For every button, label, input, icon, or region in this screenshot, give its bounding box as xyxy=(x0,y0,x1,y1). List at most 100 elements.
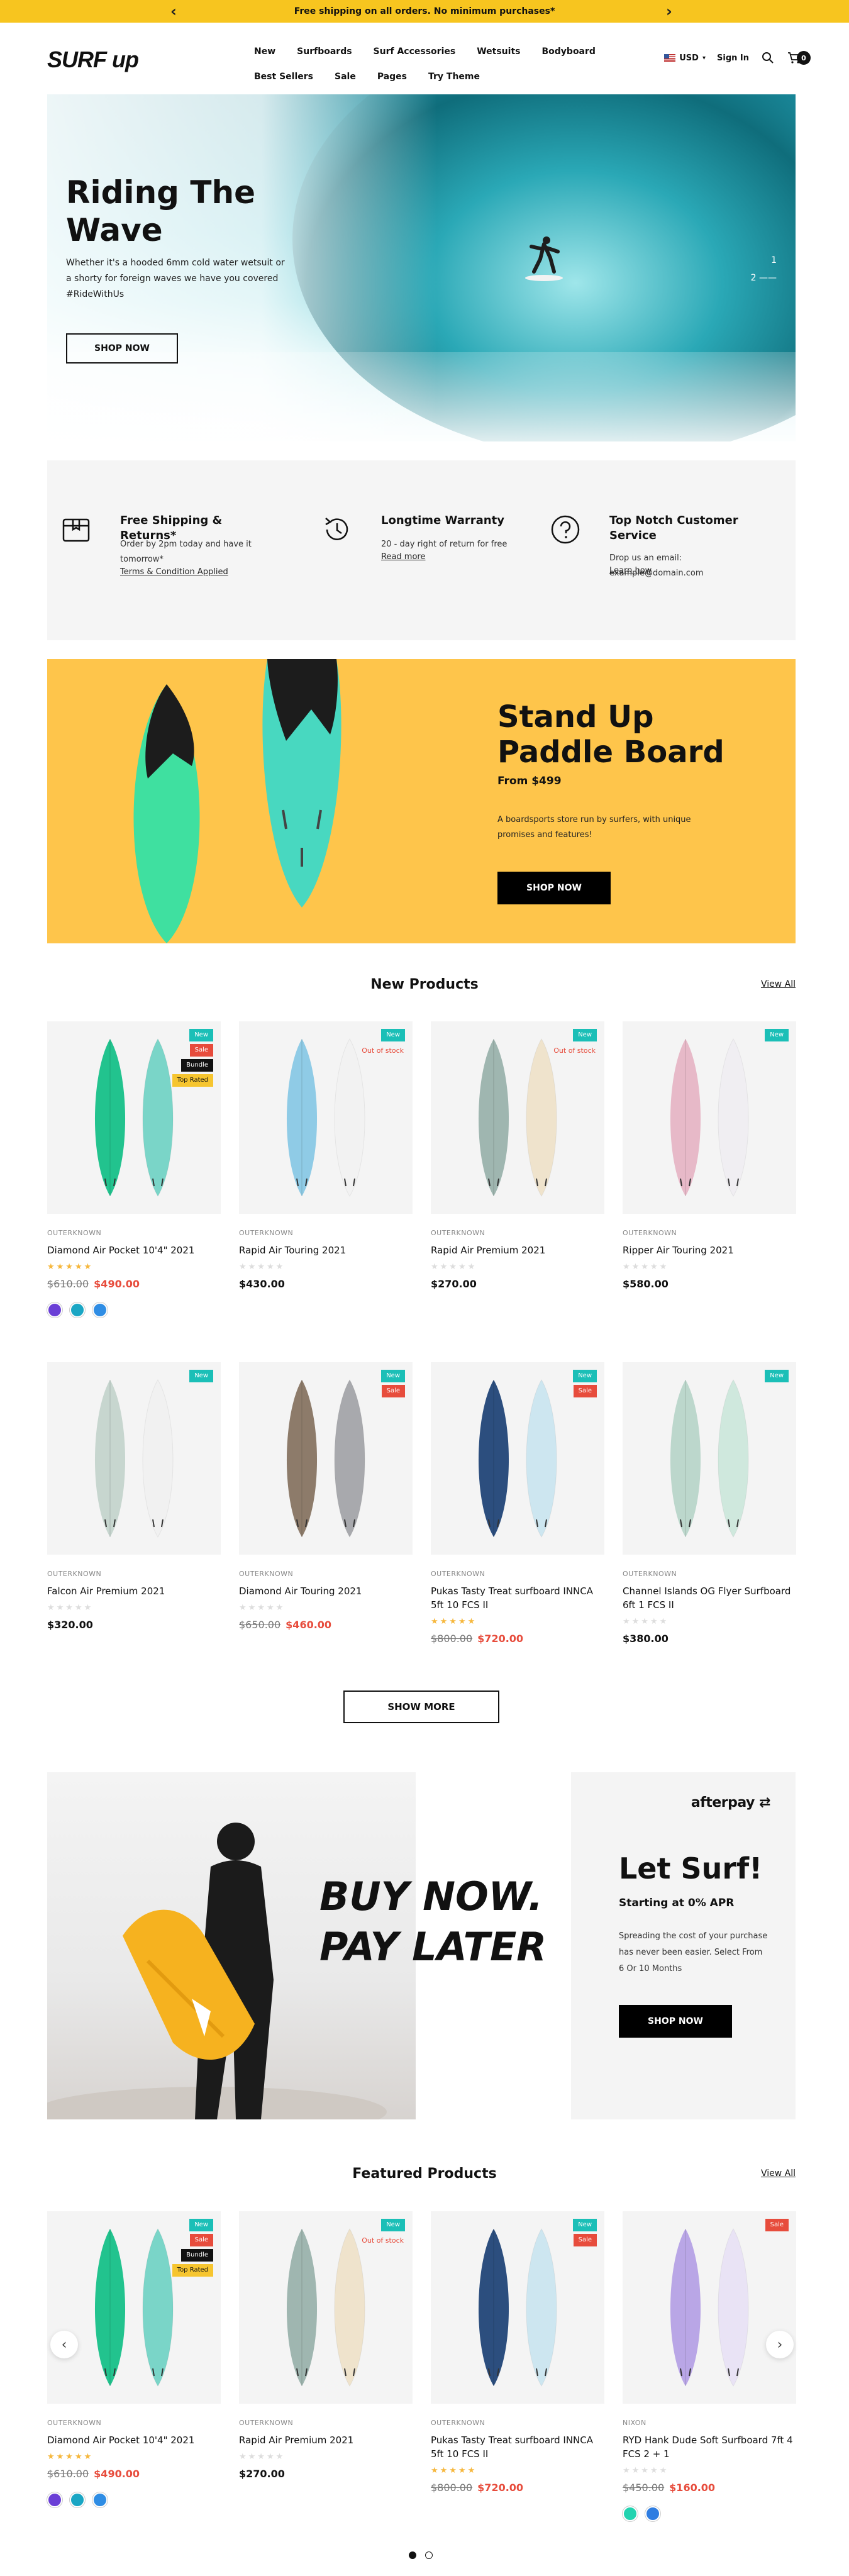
product-name[interactable]: Channel Islands OG Flyer Surfboard 6ft 1… xyxy=(623,1584,796,1612)
currency-selector[interactable]: USD ▾ xyxy=(664,53,706,63)
product-name[interactable]: Rapid Air Premium 2021 xyxy=(239,2433,413,2447)
afterpay-shop-now-button[interactable]: SHOP NOW xyxy=(619,2005,732,2038)
color-swatch[interactable] xyxy=(70,2492,85,2507)
product-name[interactable]: Pukas Tasty Treat surfboard INNCA 5ft 10… xyxy=(431,2433,604,2461)
product-image[interactable]: New Sale xyxy=(431,2211,604,2404)
product-image[interactable]: New Sale xyxy=(431,1362,604,1555)
chevron-left-icon[interactable]: ‹ xyxy=(165,3,182,20)
product-badge-sale: Sale xyxy=(381,1385,405,1397)
sign-in-link[interactable]: Sign In xyxy=(717,53,749,63)
product-card[interactable]: New Out of stock OUTERKNOWN Rapid Air Premi… xyxy=(239,2211,413,2480)
help-icon xyxy=(551,515,580,544)
product-name[interactable]: Pukas Tasty Treat surfboard INNCA 5ft 10… xyxy=(431,1584,604,1612)
color-swatch[interactable] xyxy=(47,2492,62,2507)
search-icon[interactable] xyxy=(760,50,775,65)
featured-products-view-all[interactable]: View All xyxy=(761,2168,796,2179)
product-name[interactable]: Ripper Air Touring 2021 xyxy=(623,1243,796,1257)
chevron-down-icon: ▾ xyxy=(702,54,706,62)
color-swatch[interactable] xyxy=(92,1302,108,1318)
product-card[interactable]: New Out of stock OUTERKNOWN Rapid Air Touri… xyxy=(239,1021,413,1290)
product-name[interactable]: Rapid Air Touring 2021 xyxy=(239,1243,413,1257)
product-rating: ★★★★★ xyxy=(623,1617,669,1626)
color-swatch[interactable] xyxy=(92,2492,108,2507)
product-card[interactable]: New OUTERKNOWN Ripper Air Touring 2021 ★★★★… xyxy=(623,1021,796,1290)
current-price: $270.00 xyxy=(239,2468,285,2480)
feature-link[interactable]: Read more xyxy=(381,552,425,562)
product-image[interactable]: New Sale Bundle Top Rated xyxy=(47,2211,221,2404)
announcement-text: Free shipping on all orders. No minimum … xyxy=(294,6,555,16)
product-badge-new: New xyxy=(765,1370,789,1382)
pager-dot[interactable] xyxy=(425,2551,433,2559)
nav-item-bodyboard[interactable]: Bodyboard xyxy=(541,47,595,57)
nav-item-sale[interactable]: Sale xyxy=(335,72,356,82)
product-image[interactable]: New xyxy=(623,1362,796,1555)
logo[interactable]: SURF up xyxy=(47,47,139,73)
product-image[interactable]: Sale xyxy=(623,2211,796,2404)
feature-link[interactable]: Terms & Condition Applied xyxy=(120,567,228,577)
old-price: $800.00 xyxy=(431,1633,473,1645)
paddle-price: From $499 xyxy=(497,775,562,787)
hero-shop-now-button[interactable]: SHOP NOW xyxy=(66,333,178,364)
product-image[interactable]: New Out of stock xyxy=(239,1021,413,1214)
product-image[interactable]: New xyxy=(47,1362,221,1555)
product-brand: OUTERKNOWN xyxy=(431,1229,486,1237)
product-name[interactable]: Diamond Air Pocket 10'4" 2021 xyxy=(47,2433,221,2447)
product-price: $450.00 $160.00 xyxy=(623,2482,796,2494)
product-image[interactable]: New Sale xyxy=(239,1362,413,1555)
box-icon xyxy=(62,518,90,542)
product-name[interactable]: Diamond Air Pocket 10'4" 2021 xyxy=(47,1243,221,1257)
product-name[interactable]: Rapid Air Premium 2021 xyxy=(431,1243,604,1257)
nav-item-surfboards[interactable]: Surfboards xyxy=(297,47,352,57)
product-name[interactable]: Falcon Air Premium 2021 xyxy=(47,1584,221,1598)
hero-text: Whether it's a hooded 6mm cold water wet… xyxy=(66,258,285,299)
product-card[interactable]: New OUTERKNOWN Falcon Air Premium 2021 ★★★★… xyxy=(47,1362,221,1631)
show-more-button[interactable]: SHOW MORE xyxy=(343,1690,499,1723)
product-card[interactable]: New Sale Bundle Top Rated OUTERKNOWN Diamond … xyxy=(47,2211,221,2507)
product-card[interactable]: New Sale OUTERKNOWN Pukas Tasty Treat surfb… xyxy=(431,2211,604,2494)
color-swatch[interactable] xyxy=(623,2506,638,2521)
hero-slide-2[interactable]: 2 —— xyxy=(751,269,777,287)
product-price: $650.00 $460.00 xyxy=(239,1619,413,1631)
color-swatch[interactable] xyxy=(70,1302,85,1318)
product-image[interactable]: New xyxy=(623,1021,796,1214)
nav-item-pages[interactable]: Pages xyxy=(377,72,407,82)
hero-slide-1[interactable]: 1 xyxy=(751,252,777,269)
product-image[interactable]: New Sale Bundle Top Rated xyxy=(47,1021,221,1214)
product-name[interactable]: RYD Hank Dude Soft Surfboard 7ft 4 FCS 2… xyxy=(623,2433,796,2461)
old-price: $610.00 xyxy=(47,2468,89,2480)
currency-label: USD xyxy=(679,53,699,63)
chevron-right-icon[interactable]: › xyxy=(660,3,678,20)
nav-item-try-theme[interactable]: Try Theme xyxy=(428,72,480,82)
feature-title: Top Notch Customer Service xyxy=(609,514,738,542)
nav-item-new[interactable]: New xyxy=(254,47,275,57)
nav-item-wetsuits[interactable]: Wetsuits xyxy=(477,47,520,57)
product-badges: New Sale xyxy=(573,1370,597,1397)
afterpay-arrows-icon: ⇄ xyxy=(759,1795,770,1811)
cart-icon[interactable]: 0 xyxy=(787,50,811,65)
nav-item-best-sellers[interactable]: Best Sellers xyxy=(254,72,313,82)
product-card[interactable]: New Out of stock OUTERKNOWN Rapid Air Premi… xyxy=(431,1021,604,1290)
product-card[interactable]: New Sale OUTERKNOWN Pukas Tasty Treat surfb… xyxy=(431,1362,604,1645)
paddle-shop-now-button[interactable]: SHOP NOW xyxy=(497,872,611,904)
product-price: $270.00 xyxy=(431,1278,604,1290)
product-badge-new: New xyxy=(573,2219,597,2231)
product-name[interactable]: Diamond Air Touring 2021 xyxy=(239,1584,413,1598)
chevron-right-icon[interactable]: › xyxy=(766,2331,794,2358)
product-card[interactable]: New OUTERKNOWN Channel Islands OG Flyer Su… xyxy=(623,1362,796,1645)
current-price: $580.00 xyxy=(623,1278,669,1290)
product-card[interactable]: New Sale Bundle Top Rated OUTERKNOWN Diamond … xyxy=(47,1021,221,1318)
feature-link[interactable]: Learn how xyxy=(609,566,652,575)
product-image[interactable]: New Out of stock xyxy=(431,1021,604,1214)
pager-dot[interactable] xyxy=(409,2551,416,2559)
product-card[interactable]: Sale NIXON RYD Hank Dude Soft Surfboard 7f… xyxy=(623,2211,796,2521)
cart-count-badge: 0 xyxy=(797,51,811,65)
nav-item-surf-accessories[interactable]: Surf Accessories xyxy=(374,47,456,57)
paddle-board-banner: Stand Up Paddle Board From $499 A boards… xyxy=(47,659,796,943)
product-card[interactable]: New Sale OUTERKNOWN Diamond Air Touring 202… xyxy=(239,1362,413,1631)
hero-slide-pager: 1 2 —— xyxy=(751,252,777,287)
chevron-left-icon[interactable]: ‹ xyxy=(50,2331,78,2358)
new-products-view-all[interactable]: View All xyxy=(761,979,796,989)
product-image[interactable]: New Out of stock xyxy=(239,2211,413,2404)
color-swatch[interactable] xyxy=(645,2506,660,2521)
color-swatch[interactable] xyxy=(47,1302,62,1318)
